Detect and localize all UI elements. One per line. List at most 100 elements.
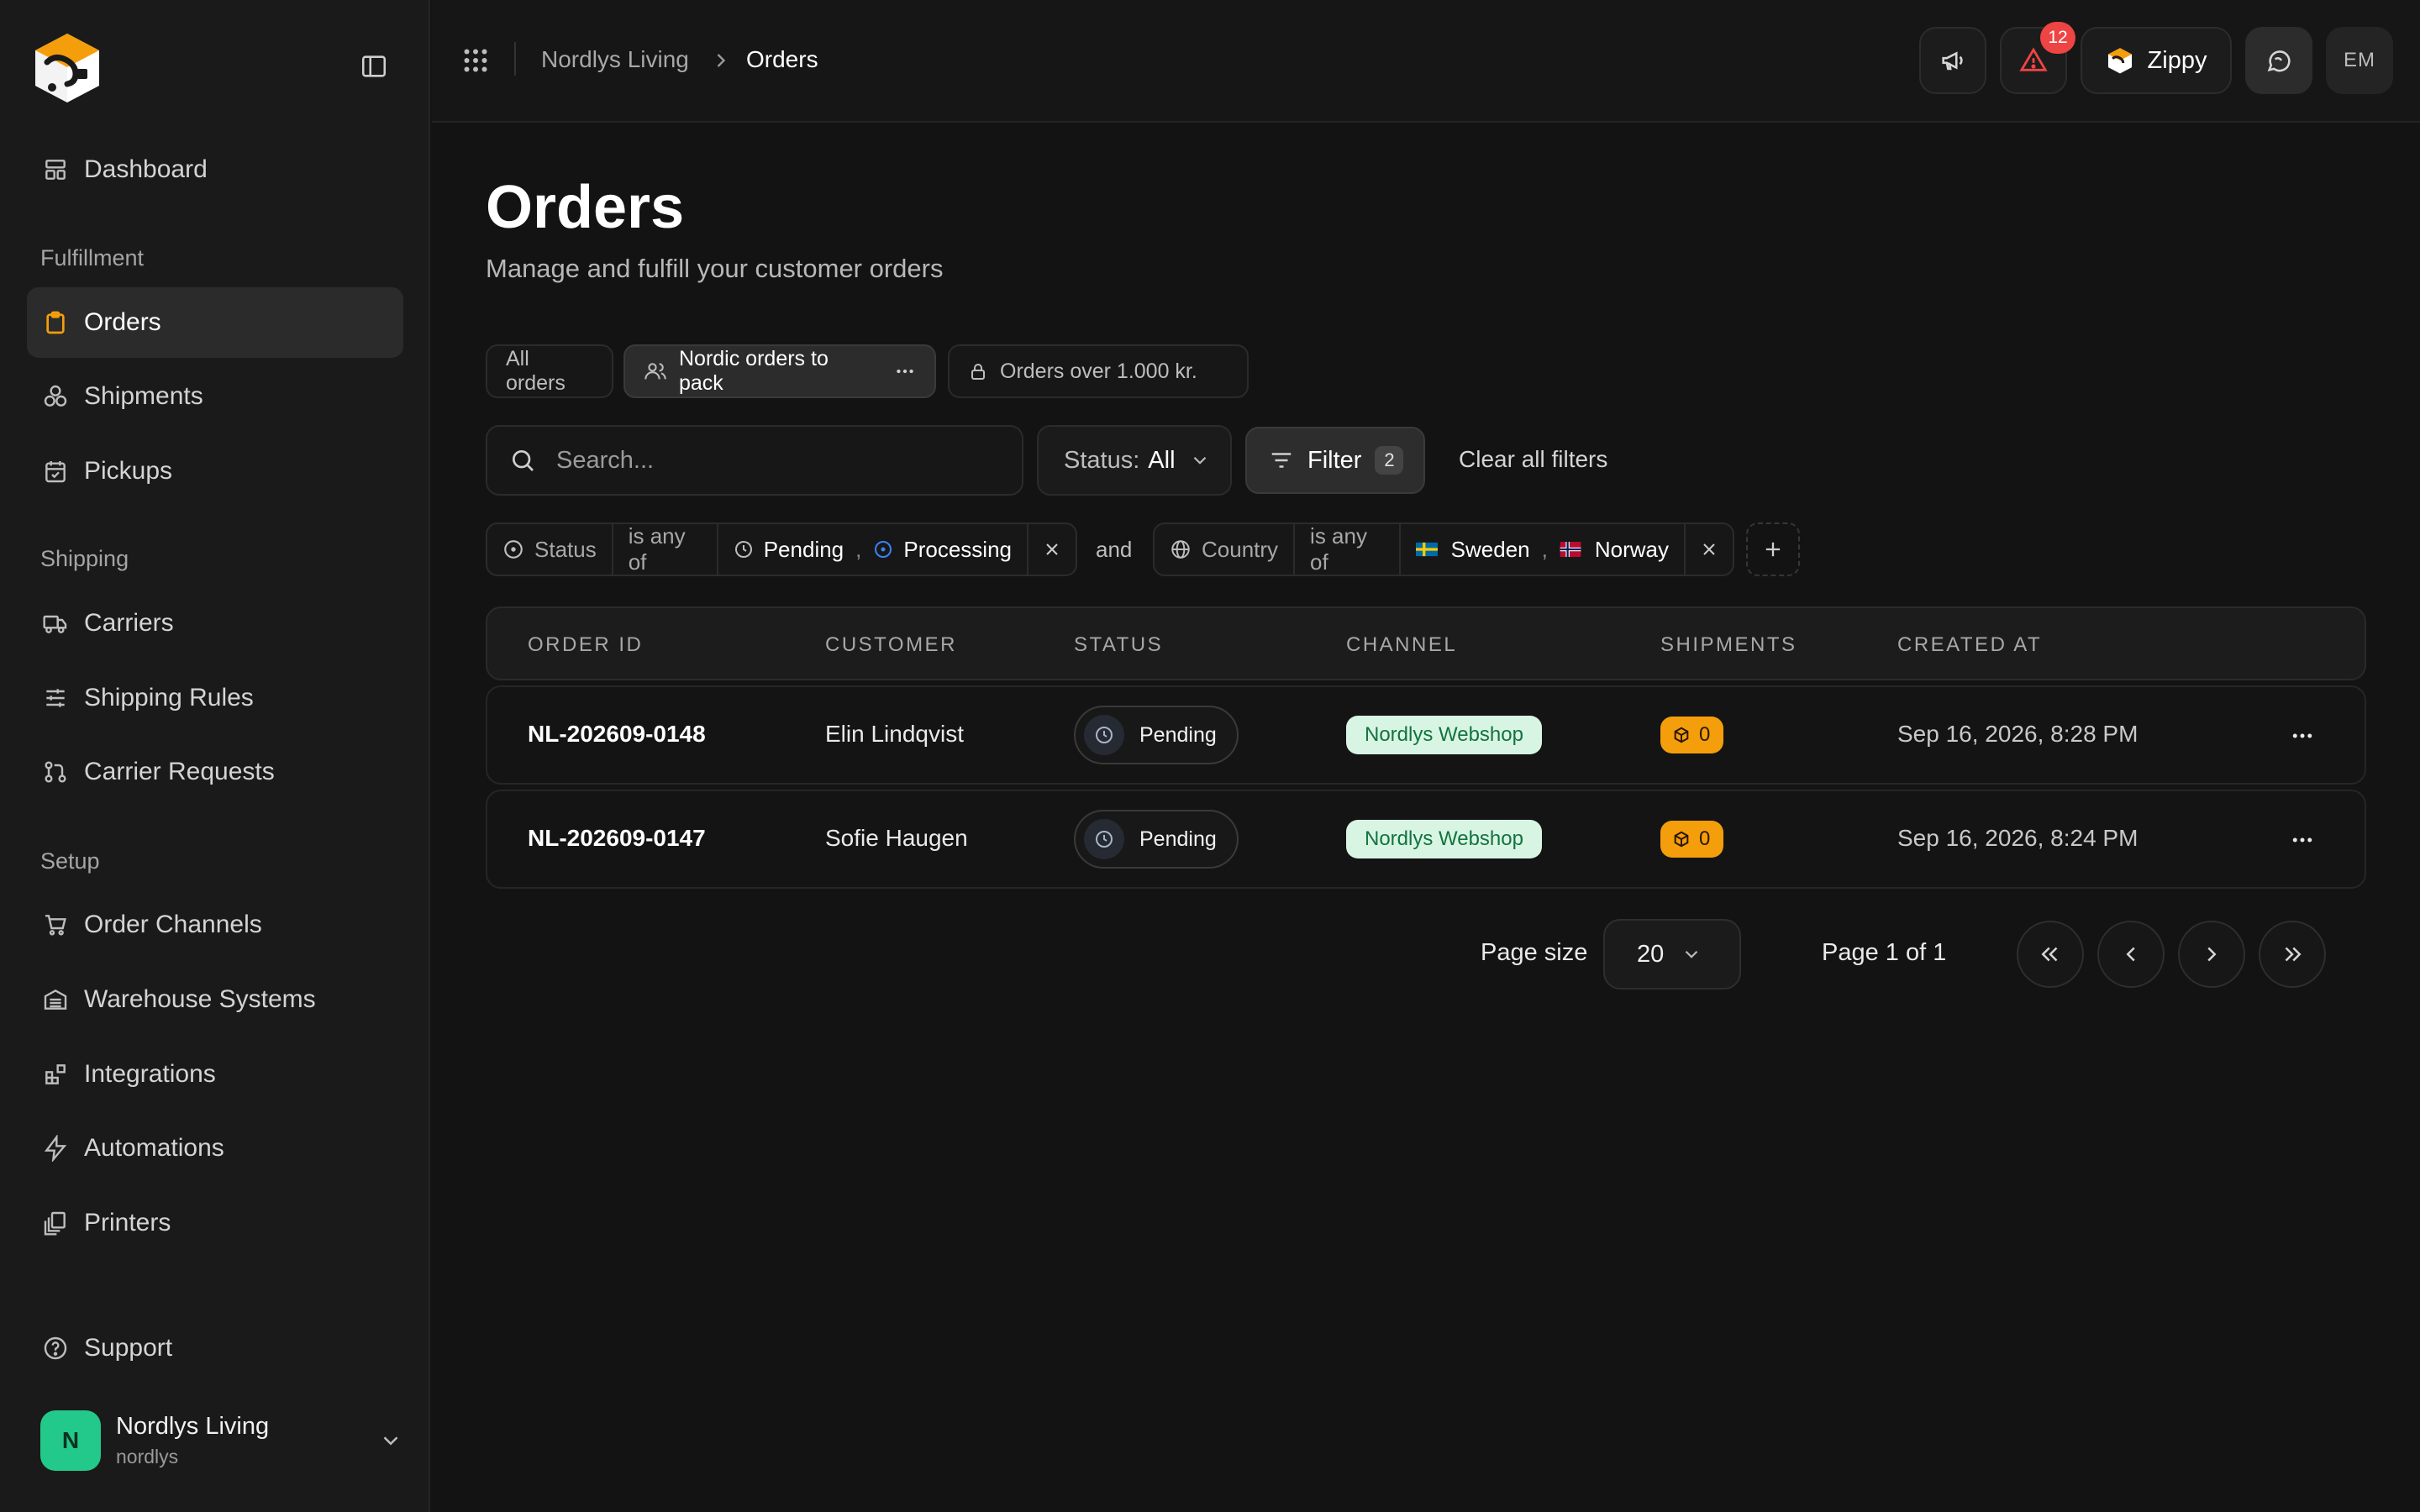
page-title: Orders: [486, 174, 685, 241]
shipments-count: 0: [1699, 827, 1711, 850]
filter-field[interactable]: Status: [487, 524, 613, 575]
user-avatar-button[interactable]: EM: [2326, 27, 2393, 94]
account-switcher[interactable]: N Nordlys Living nordlys: [40, 1410, 403, 1472]
chevrons-right-icon: [2280, 942, 2305, 967]
chevron-left-icon: [2118, 942, 2144, 967]
sidebar-item-order-channels[interactable]: Order Channels: [27, 890, 403, 960]
sidebar-item-label: Dashboard: [84, 155, 208, 183]
sidebar-item-pickups[interactable]: Pickups: [27, 436, 403, 507]
package-icon: [1674, 727, 1689, 743]
sidebar-item-warehouse-systems[interactable]: Warehouse Systems: [27, 964, 403, 1035]
zippy-logo-icon: [2106, 46, 2134, 75]
table-row[interactable]: NL-202609-0147 Sofie Haugen Pending Nord…: [486, 790, 2366, 889]
sidebar-item-dashboard[interactable]: Dashboard: [27, 134, 403, 205]
truck-icon: [42, 610, 69, 637]
close-icon: [1699, 539, 1719, 559]
dashboard-icon: [42, 156, 69, 183]
search-input[interactable]: [555, 445, 992, 475]
calendar-check-icon: [42, 458, 69, 485]
add-filter-button[interactable]: [1746, 522, 1800, 576]
remove-filter-button[interactable]: [1028, 524, 1076, 575]
sidebar-item-integrations[interactable]: Integrations: [27, 1039, 403, 1110]
blocks-icon: [42, 1061, 69, 1088]
clear-filters-button[interactable]: Clear all filters: [1459, 446, 1607, 473]
clock-icon: [1084, 715, 1124, 755]
clock-icon: [734, 539, 754, 559]
filter-operator[interactable]: is any of: [613, 524, 718, 575]
order-id[interactable]: NL-202609-0148: [528, 721, 706, 748]
filter-values[interactable]: Sweden , Norway: [1401, 524, 1686, 575]
page-size-select[interactable]: 20: [1603, 919, 1741, 990]
column-header-status[interactable]: STATUS: [1074, 633, 1163, 657]
view-tab-nordic-orders[interactable]: Nordic orders to pack: [623, 344, 936, 398]
sidebar: Dashboard Fulfillment Orders Shipments P…: [0, 0, 430, 1512]
filter-field[interactable]: Country: [1155, 524, 1296, 575]
sidebar-item-printers[interactable]: Printers: [27, 1188, 403, 1258]
first-page-button[interactable]: [2017, 921, 2084, 988]
zap-icon: [42, 1135, 69, 1162]
clock-icon: [1084, 819, 1124, 859]
view-tab-all-orders[interactable]: All orders: [486, 344, 613, 398]
sidebar-item-carriers[interactable]: Carriers: [27, 588, 403, 659]
close-icon: [1042, 539, 1062, 559]
sidebar-item-shipping-rules[interactable]: Shipping Rules: [27, 663, 403, 733]
chat-button[interactable]: [2245, 27, 2312, 94]
sidebar-item-shipments[interactable]: Shipments: [27, 361, 403, 432]
order-id[interactable]: NL-202609-0147: [528, 825, 706, 852]
last-page-button[interactable]: [2259, 921, 2326, 988]
avatar: N: [40, 1410, 101, 1471]
sidebar-item-support[interactable]: Support: [27, 1313, 403, 1383]
row-actions-button[interactable]: [2281, 717, 2324, 754]
plus-icon: [1761, 538, 1785, 561]
status-label: Pending: [1139, 827, 1217, 851]
filter-count-badge: 2: [1375, 446, 1404, 475]
app-logo[interactable]: [29, 29, 106, 106]
shipments-count: 0: [1699, 723, 1711, 746]
previous-page-button[interactable]: [2097, 921, 2165, 988]
zippy-assistant-button[interactable]: Zippy: [2081, 27, 2232, 94]
page-size-value: 20: [1637, 940, 1665, 968]
apps-grid-icon[interactable]: [460, 45, 491, 76]
remove-filter-button[interactable]: [1686, 524, 1733, 575]
sidebar-item-label: Pickups: [84, 457, 173, 485]
search-icon: [509, 447, 536, 474]
norway-flag-icon: [1560, 542, 1581, 557]
view-tab-label: Nordic orders to pack: [679, 347, 829, 395]
more-horizontal-icon[interactable]: [894, 360, 916, 382]
search-box: [486, 425, 1023, 496]
table-header: ORDER ID CUSTOMER STATUS CHANNEL SHIPMEN…: [486, 606, 2366, 680]
row-actions-button[interactable]: [2281, 822, 2324, 858]
next-page-button[interactable]: [2178, 921, 2245, 988]
sidebar-item-label: Warehouse Systems: [84, 985, 316, 1013]
view-tab-orders-over[interactable]: Orders over 1.000 kr.: [948, 344, 1249, 398]
filter-operator[interactable]: is any of: [1295, 524, 1401, 575]
sidebar-toggle-icon[interactable]: [360, 52, 393, 81]
column-header-customer[interactable]: CUSTOMER: [825, 633, 957, 657]
breadcrumb-workspace[interactable]: Nordlys Living: [541, 46, 689, 73]
sidebar-item-carrier-requests[interactable]: Carrier Requests: [27, 737, 403, 807]
status-dropdown[interactable]: Status: All: [1037, 425, 1232, 496]
column-header-channel[interactable]: CHANNEL: [1346, 633, 1457, 657]
filter-values[interactable]: Pending , Processing: [718, 524, 1028, 575]
view-tab-label: All orders: [506, 347, 566, 395]
column-header-order-id[interactable]: ORDER ID: [528, 633, 643, 657]
filter-button[interactable]: Filter 2: [1245, 427, 1425, 494]
sidebar-item-label: Automations: [84, 1134, 224, 1162]
created-at: Sep 16, 2026, 8:24 PM: [1897, 825, 2139, 851]
created-at: Sep 16, 2026, 8:28 PM: [1897, 721, 2139, 747]
sidebar-item-orders[interactable]: Orders: [27, 287, 403, 358]
chevron-right-icon: [709, 49, 733, 72]
sidebar-item-label: Carriers: [84, 609, 174, 637]
country-filter-chip: Country is any of Sweden , Norway: [1153, 522, 1734, 576]
shipments-badge: 0: [1660, 717, 1724, 753]
circle-dot-icon: [873, 539, 893, 559]
table-row[interactable]: NL-202609-0148 Elin Lindqvist Pending No…: [486, 685, 2366, 785]
sidebar-item-label: Order Channels: [84, 911, 262, 938]
announcements-button[interactable]: [1919, 27, 1986, 94]
message-circle-icon: [2265, 46, 2293, 75]
boxes-icon: [42, 383, 69, 410]
sidebar-item-automations[interactable]: Automations: [27, 1113, 403, 1184]
column-header-shipments[interactable]: SHIPMENTS: [1660, 633, 1797, 657]
column-header-created-at[interactable]: CREATED AT: [1897, 633, 2042, 657]
circle-dot-icon: [502, 538, 524, 560]
